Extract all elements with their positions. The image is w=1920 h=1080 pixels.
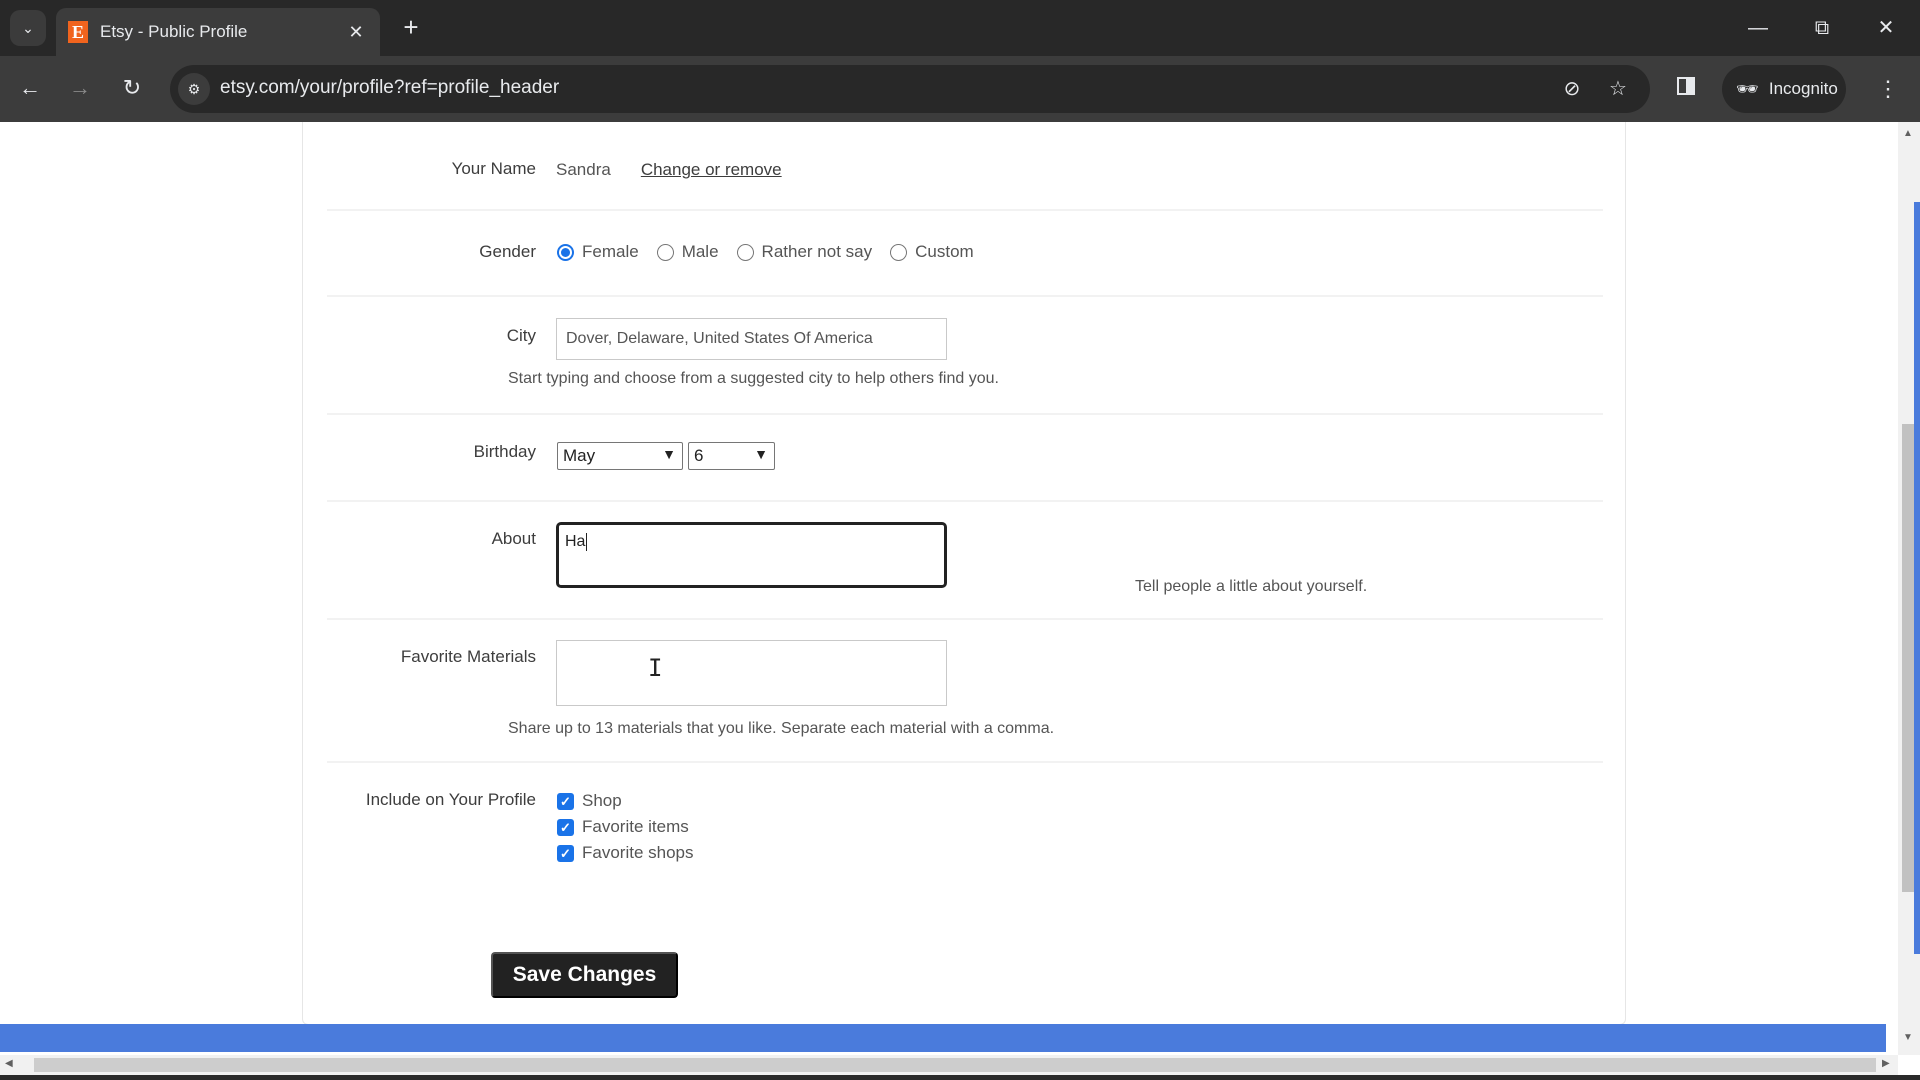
- vertical-scrollbar[interactable]: ▲ ▼: [1898, 122, 1920, 1055]
- arrow-right-icon: →: [69, 75, 91, 100]
- radio-selected[interactable]: [557, 243, 574, 261]
- radio-unselected[interactable]: [656, 243, 674, 261]
- name-label: Your Name: [451, 159, 536, 178]
- divider: [327, 209, 1603, 211]
- divider: [327, 413, 1603, 415]
- divider: [327, 618, 1603, 620]
- incognito-indicator[interactable]: 🕶 Incognito: [1722, 65, 1846, 113]
- divider: [327, 500, 1603, 502]
- checkbox-label: Favorite shops: [582, 843, 694, 862]
- gender-option-rather-not-say[interactable]: Rather not say: [736, 242, 873, 262]
- gender-option-custom[interactable]: Custom: [890, 242, 974, 262]
- birthday-month-select[interactable]: May ▼: [557, 442, 683, 470]
- radio-label: Male: [681, 242, 719, 261]
- checkmark-icon[interactable]: ✓: [557, 844, 574, 862]
- more-vert-icon: ⋮: [1877, 76, 1899, 101]
- horizontal-scrollbar[interactable]: ◀ ▶: [0, 1055, 1898, 1075]
- about-text-value: Ha: [565, 533, 586, 551]
- birthday-label: Birthday: [473, 442, 536, 461]
- chevron-down-icon: ⌄: [22, 19, 34, 36]
- new-tab-button[interactable]: +: [396, 12, 426, 42]
- chevron-down-icon: ▼: [662, 446, 676, 462]
- radio-unselected[interactable]: [890, 243, 908, 261]
- chevron-down-icon: ▼: [754, 446, 768, 462]
- side-panel-button[interactable]: [1674, 74, 1702, 102]
- name-value-group: Sandra Change or remove: [556, 160, 782, 180]
- etsy-favicon-icon: E: [68, 21, 88, 43]
- address-bar[interactable]: ⚙ etsy.com/your/profile?ref=profile_head…: [170, 65, 1650, 113]
- scroll-down-arrow-icon[interactable]: ▼: [1903, 1032, 1913, 1043]
- eye-off-icon[interactable]: ⊘: [1558, 75, 1586, 103]
- taskbar-edge: [0, 1075, 1920, 1080]
- about-label: About: [491, 529, 536, 548]
- city-label: City: [506, 326, 536, 345]
- text-cursor-icon: I: [648, 654, 663, 682]
- close-window-button[interactable]: ✕: [1864, 8, 1908, 48]
- checkbox-label: Favorite items: [582, 817, 689, 836]
- tab-title: Etsy - Public Profile: [100, 22, 248, 41]
- radio-label: Custom: [915, 242, 974, 261]
- back-button[interactable]: ←: [12, 70, 48, 106]
- incognito-label: Incognito: [1768, 79, 1838, 98]
- browser-toolbar: ← → ↻ ⚙ etsy.com/your/profile?ref=profil…: [0, 56, 1920, 122]
- city-help-text: Start typing and choose from a suggested…: [508, 370, 999, 387]
- name-value: Sandra: [556, 160, 611, 179]
- reload-button[interactable]: ↻: [114, 70, 150, 106]
- page-viewport: Your Name Sandra Change or remove Gender…: [0, 122, 1898, 1055]
- reload-icon: ↻: [122, 75, 142, 100]
- side-panel-icon: [1677, 77, 1695, 95]
- materials-label: Favorite Materials: [400, 647, 536, 666]
- gender-label: Gender: [479, 242, 536, 261]
- checkmark-icon[interactable]: ✓: [557, 818, 574, 836]
- birthday-day-select[interactable]: 6 ▼: [688, 442, 775, 470]
- radio-label: Female: [582, 242, 639, 261]
- include-favorite-shops-checkbox[interactable]: ✓ Favorite shops: [557, 840, 694, 866]
- divider: [327, 761, 1603, 763]
- about-textarea[interactable]: Ha: [556, 522, 947, 588]
- tab-search-button[interactable]: ⌄: [10, 10, 46, 46]
- bookmark-star-icon[interactable]: ☆: [1604, 75, 1632, 103]
- include-favorite-items-checkbox[interactable]: ✓ Favorite items: [557, 814, 694, 840]
- arrow-left-icon: ←: [19, 75, 41, 100]
- footer-bar: [0, 1024, 1886, 1052]
- materials-help-text: Share up to 13 materials that you like. …: [508, 720, 1055, 737]
- save-changes-button[interactable]: Save Changes: [491, 952, 678, 998]
- radio-label: Rather not say: [761, 242, 873, 261]
- day-value: 6: [694, 446, 704, 465]
- browser-menu-button[interactable]: ⋮: [1874, 74, 1902, 104]
- about-help-text: Tell people a little about yourself.: [1135, 578, 1368, 595]
- scroll-up-arrow-icon[interactable]: ▲: [1903, 128, 1913, 139]
- gender-option-male[interactable]: Male: [656, 242, 719, 262]
- gender-radio-group: Female Male Rather not say Custom: [557, 242, 992, 262]
- month-value: May: [563, 446, 596, 465]
- profile-form-card: Your Name Sandra Change or remove Gender…: [302, 122, 1626, 1025]
- checkbox-label: Shop: [582, 791, 622, 810]
- tab-bar: ⌄ E Etsy - Public Profile ✕ + — ⧉ ✕: [0, 0, 1920, 56]
- radio-unselected[interactable]: [736, 243, 754, 261]
- city-input[interactable]: Dover, Delaware, United States Of Americ…: [556, 318, 947, 360]
- restore-button[interactable]: ⧉: [1800, 8, 1844, 48]
- include-checkbox-group: ✓ Shop ✓ Favorite items ✓ Favorite shops: [557, 788, 694, 866]
- site-settings-icon[interactable]: ⚙: [178, 73, 210, 105]
- minimize-button[interactable]: —: [1736, 8, 1780, 48]
- checkmark-icon[interactable]: ✓: [557, 792, 574, 810]
- city-input-value: Dover, Delaware, United States Of Americ…: [566, 330, 873, 347]
- scroll-right-arrow-icon[interactable]: ▶: [1882, 1058, 1890, 1069]
- include-label: Include on Your Profile: [365, 790, 536, 809]
- divider: [327, 295, 1603, 297]
- text-caret: [586, 533, 588, 551]
- incognito-icon: 🕶: [1736, 78, 1759, 99]
- materials-textarea[interactable]: [556, 640, 947, 706]
- change-name-link[interactable]: Change or remove: [641, 160, 782, 180]
- close-tab-icon[interactable]: ✕: [344, 20, 368, 44]
- horizontal-scroll-thumb[interactable]: [34, 1058, 1876, 1072]
- url-text[interactable]: etsy.com/your/profile?ref=profile_header: [220, 77, 559, 99]
- browser-tab[interactable]: E Etsy - Public Profile ✕: [56, 8, 380, 56]
- gender-option-female[interactable]: Female: [557, 242, 639, 262]
- scroll-highlight: [1914, 202, 1920, 954]
- include-shop-checkbox[interactable]: ✓ Shop: [557, 788, 694, 814]
- scroll-left-arrow-icon[interactable]: ◀: [5, 1058, 13, 1069]
- forward-button[interactable]: →: [62, 70, 98, 106]
